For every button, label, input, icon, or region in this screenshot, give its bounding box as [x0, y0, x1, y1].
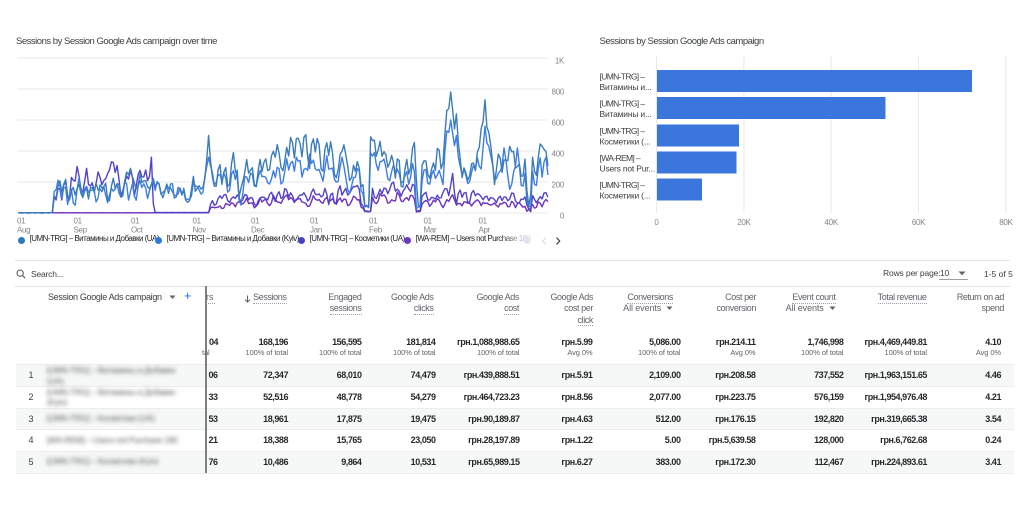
- svg-text:Косметики (...: Косметики (...: [600, 191, 651, 201]
- svg-text:Витамины и...: Витамины и...: [600, 109, 652, 119]
- svg-text:Users not Pur...: Users not Pur...: [600, 164, 655, 174]
- svg-text:40K: 40K: [825, 218, 839, 227]
- svg-text:80K: 80K: [999, 218, 1013, 227]
- svg-text:60K: 60K: [912, 218, 926, 227]
- svg-text:[UMN-TRG] –: [UMN-TRG] –: [600, 99, 646, 109]
- svg-text:Витамины и...: Витамины и...: [600, 82, 652, 92]
- svg-text:[WA-REM] –: [WA-REM] –: [600, 153, 641, 163]
- svg-text:[UMN-TRG] –: [UMN-TRG] –: [600, 180, 646, 190]
- svg-text:Косметики (...: Косметики (...: [600, 137, 651, 147]
- svg-text:[UMN-TRG] –: [UMN-TRG] –: [600, 72, 646, 82]
- svg-text:0: 0: [654, 218, 659, 227]
- svg-text:20K: 20K: [737, 218, 751, 227]
- svg-text:[UMN-TRG] –: [UMN-TRG] –: [600, 126, 646, 136]
